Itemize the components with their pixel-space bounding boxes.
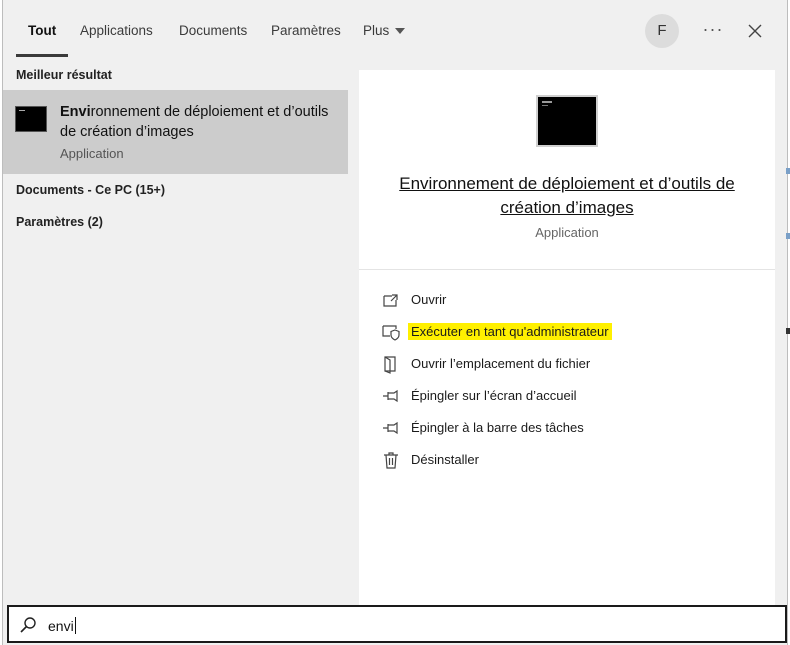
background-edge-mark xyxy=(786,328,790,334)
pin-icon xyxy=(383,421,398,435)
tab-settings[interactable]: Paramètres xyxy=(271,14,341,48)
action-pin-taskbar-label: Épingler à la barre des tâches xyxy=(411,420,584,435)
close-icon xyxy=(748,24,762,38)
action-run-as-admin[interactable]: Exécuter en tant qu'administrateur xyxy=(381,320,761,344)
preview-type: Application xyxy=(535,225,599,240)
best-match-item[interactable]: Environnement de déploiement et d’outils… xyxy=(3,90,348,174)
tab-more-label: Plus xyxy=(363,23,390,38)
filter-tab-bar: Tout Applications Documents Paramètres P… xyxy=(3,0,787,60)
action-pin-taskbar[interactable]: Épingler à la barre des tâches xyxy=(381,416,761,440)
background-edge-mark xyxy=(786,168,790,174)
console-window-icon xyxy=(15,106,47,132)
close-button[interactable] xyxy=(743,14,767,48)
preview-panel: Environnement de déploiement et d’outils… xyxy=(359,70,775,605)
action-open-file-location-label: Ouvrir l’emplacement du fichier xyxy=(411,356,591,371)
tab-more[interactable]: Plus xyxy=(363,14,406,48)
action-open-file-location[interactable]: Ouvrir l’emplacement du fichier xyxy=(381,352,761,376)
preview-title[interactable]: Environnement de déploiement et d’outils… xyxy=(379,172,755,220)
trash-icon xyxy=(384,452,398,469)
search-input[interactable]: envi xyxy=(48,617,76,634)
search-icon xyxy=(20,617,36,633)
background-edge-mark xyxy=(786,233,790,239)
action-uninstall[interactable]: Désinstaller xyxy=(381,448,761,472)
best-match-type: Application xyxy=(60,146,124,161)
open-icon xyxy=(383,294,398,307)
more-options-button[interactable]: ··· xyxy=(701,14,725,48)
tab-documents[interactable]: Documents xyxy=(179,14,247,48)
best-match-title: Environnement de déploiement et d’outils… xyxy=(60,102,330,142)
action-uninstall-label: Désinstaller xyxy=(411,452,479,467)
search-query: envi xyxy=(48,618,74,634)
action-pin-start-label: Épingler sur l’écran d’accueil xyxy=(411,388,577,403)
search-window: Tout Applications Documents Paramètres P… xyxy=(2,0,788,645)
search-box[interactable]: envi xyxy=(7,605,787,643)
pin-icon xyxy=(383,389,398,403)
divider xyxy=(359,269,775,270)
best-match-heading: Meilleur résultat xyxy=(16,68,112,82)
console-window-icon xyxy=(536,95,598,147)
tab-all[interactable]: Tout xyxy=(15,14,69,57)
file-location-icon xyxy=(384,356,396,374)
tab-applications[interactable]: Applications xyxy=(80,14,153,48)
group-documents[interactable]: Documents - Ce PC (15+) xyxy=(16,183,165,197)
chevron-down-icon xyxy=(395,28,406,35)
run-as-admin-icon xyxy=(382,325,400,341)
best-match-title-rest: ronnement de déploiement et d’outils de … xyxy=(60,104,329,140)
action-pin-start[interactable]: Épingler sur l’écran d’accueil xyxy=(381,384,761,408)
best-match-title-match: Envi xyxy=(60,104,91,120)
action-run-as-admin-label: Exécuter en tant qu'administrateur xyxy=(408,323,612,340)
text-cursor xyxy=(74,617,76,634)
action-open-label: Ouvrir xyxy=(411,292,447,307)
group-settings[interactable]: Paramètres (2) xyxy=(16,215,103,229)
avatar[interactable]: F xyxy=(645,14,679,48)
action-open[interactable]: Ouvrir xyxy=(381,288,761,312)
